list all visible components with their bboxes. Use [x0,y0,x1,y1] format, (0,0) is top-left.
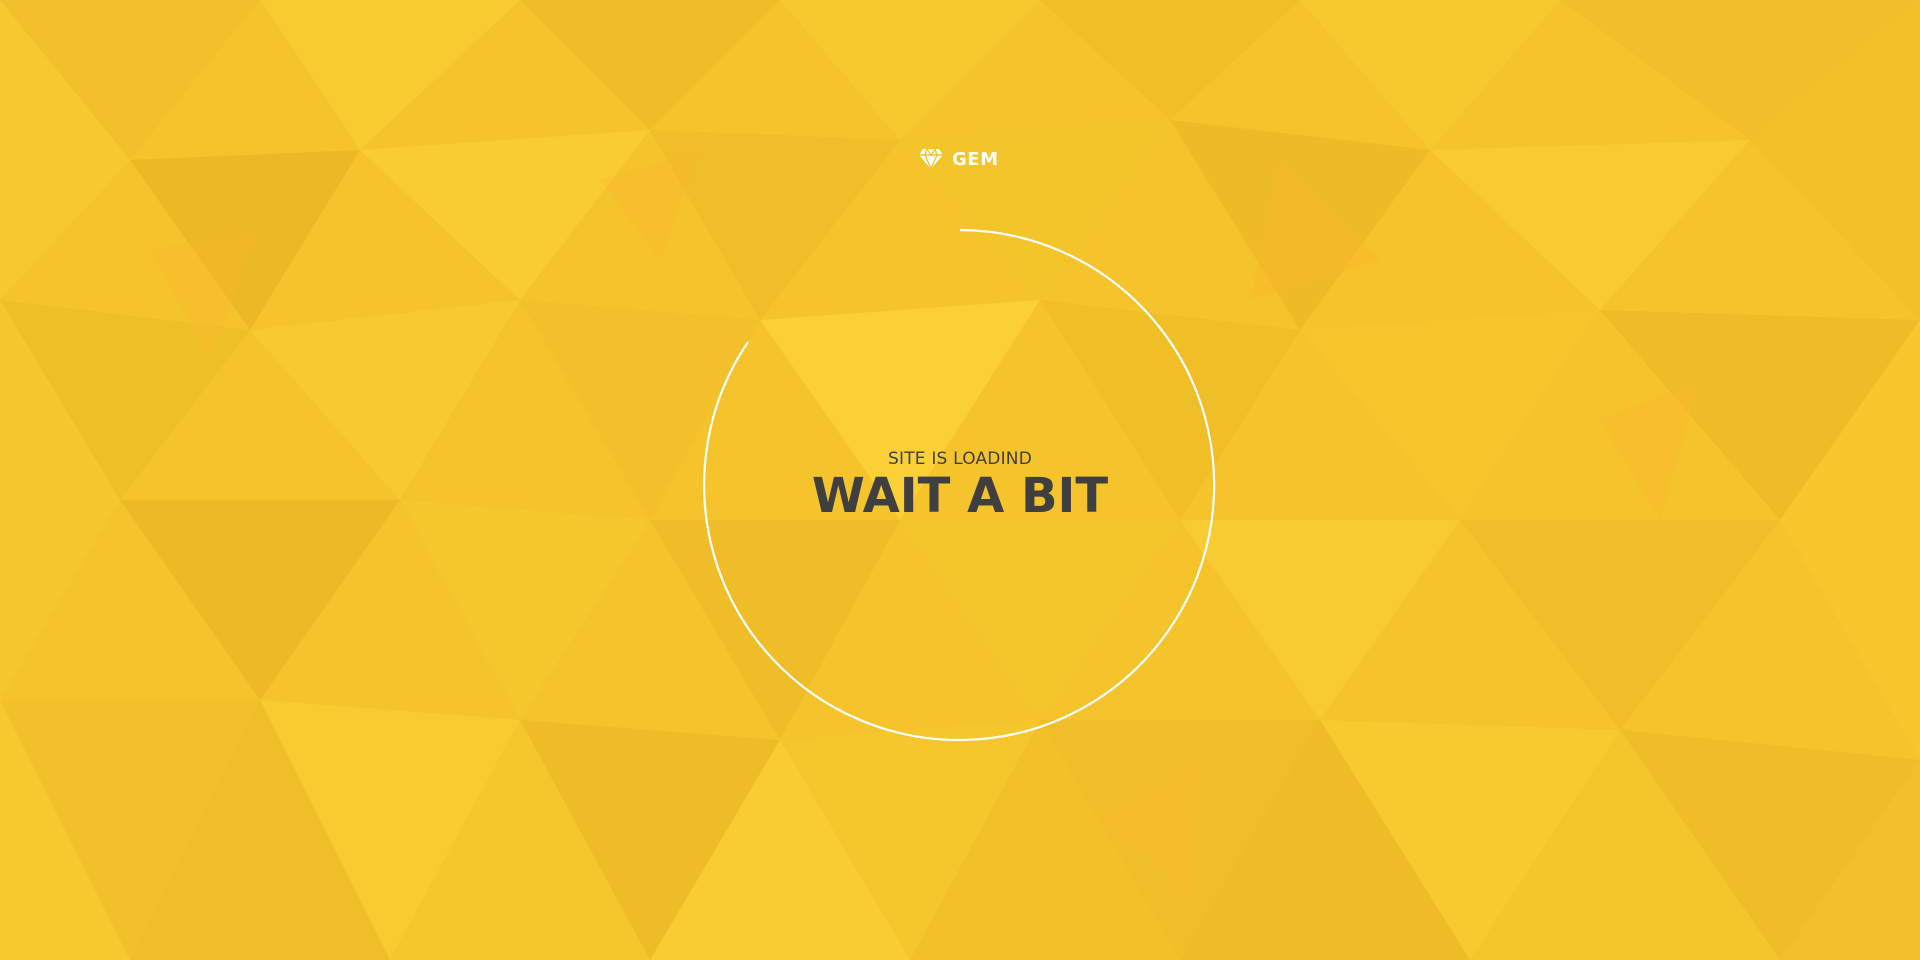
brand-logo[interactable]: GEM [918,146,998,172]
loading-message: SITE IS LOADIND WAIT A BIT [760,448,1160,524]
brand-name: GEM [952,148,999,170]
loading-title: WAIT A BIT [811,468,1109,524]
loading-subtitle: SITE IS LOADIND [887,449,1033,469]
diamond-icon [918,148,944,170]
